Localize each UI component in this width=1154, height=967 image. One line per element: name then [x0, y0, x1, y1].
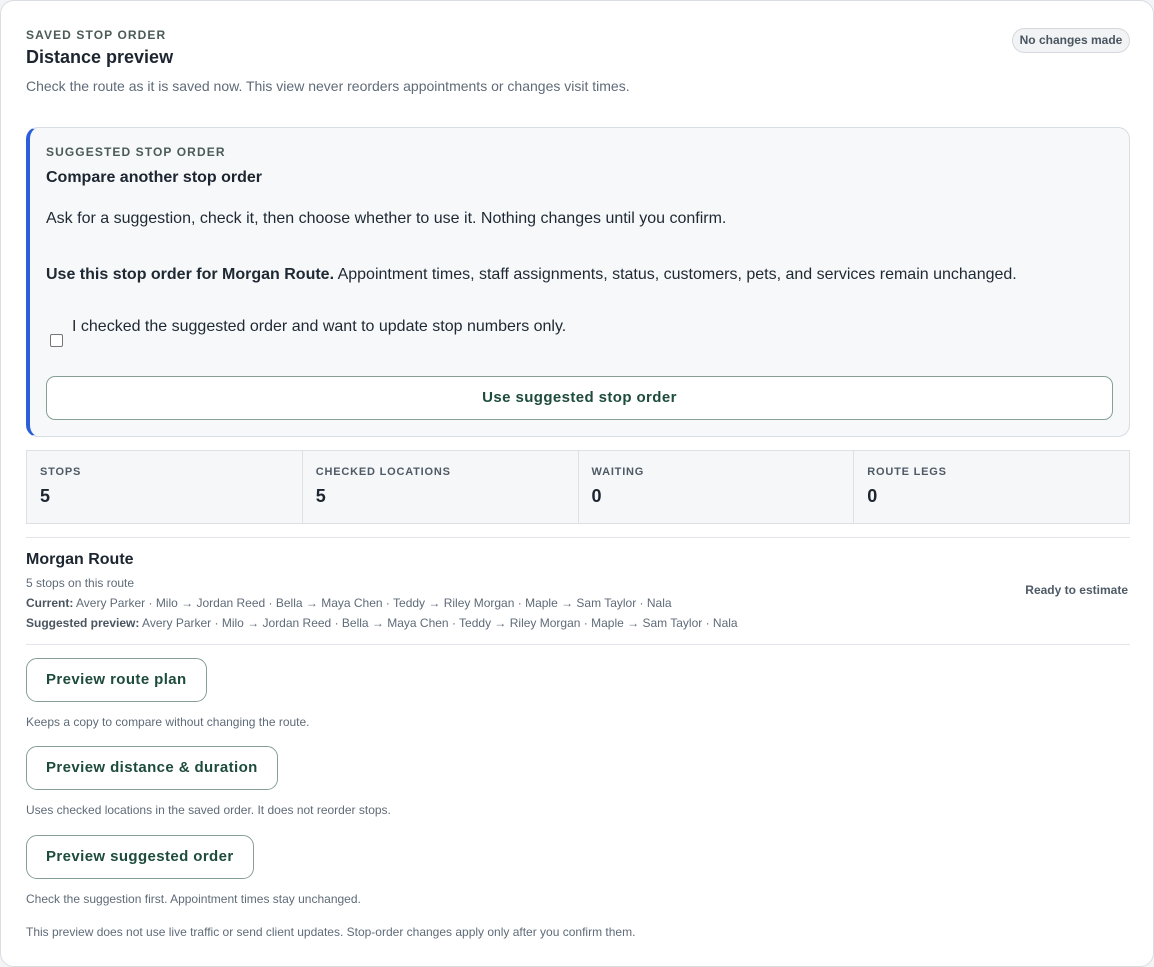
panel-title: Compare another stop order: [46, 169, 263, 186]
stat-route-legs: ROUTE LEGS 0: [854, 451, 1129, 523]
confirm-checkbox-label[interactable]: I checked the suggested order and want t…: [72, 318, 566, 336]
stat-value: 5: [40, 486, 51, 506]
preview-suggested-order-note: Check the suggestion first. Appointment …: [26, 892, 361, 906]
use-order-detail: Appointment times, staff assignments, st…: [334, 266, 1017, 283]
status-badge: No changes made: [1012, 28, 1130, 53]
use-suggested-order-button[interactable]: Use suggested stop order: [46, 376, 1113, 420]
route-current-label: Current:: [26, 596, 74, 610]
route-stats: STOPS 5 CHECKED LOCATIONS 5 WAITING 0 RO…: [26, 450, 1130, 524]
preview-distance-duration-note: Uses checked locations in the saved orde…: [26, 803, 391, 817]
page-title: Distance preview: [26, 47, 174, 67]
confirm-checkbox[interactable]: [50, 334, 63, 347]
preview-suggested-order-button[interactable]: Preview suggested order: [26, 835, 254, 879]
stat-label: ROUTE LEGS: [867, 466, 947, 478]
stat-checked-locations: CHECKED LOCATIONS 5: [303, 451, 579, 523]
divider: [26, 537, 1130, 538]
stat-waiting: WAITING 0: [579, 451, 855, 523]
preview-route-plan-note: Keeps a copy to compare without changing…: [26, 715, 310, 729]
route-suggested-label: Suggested preview:: [26, 616, 140, 630]
stat-label: STOPS: [40, 466, 82, 478]
preview-route-plan-button[interactable]: Preview route plan: [26, 658, 207, 702]
stat-label: CHECKED LOCATIONS: [315, 466, 451, 478]
route-name: Morgan Route: [26, 551, 134, 568]
suggested-order-panel: SUGGESTED STOP ORDER Compare another sto…: [26, 127, 1130, 437]
route-current-value: Avery Parker · Milo → Jordan Reed · Bell…: [73, 596, 672, 610]
stat-value: 5: [315, 486, 326, 506]
route-current-order: Current: Avery Parker · Milo → Jordan Re…: [26, 596, 672, 610]
route-suggested-value: Avery Parker · Milo → Jordan Reed · Bell…: [139, 616, 738, 630]
use-order-route: Use this stop order for Morgan Route.: [46, 266, 335, 283]
panel-description: Ask for a suggestion, check it, then cho…: [46, 210, 727, 227]
page-subtitle: Check the route as it is saved now. This…: [26, 78, 630, 94]
stat-value: 0: [867, 486, 878, 506]
section-eyebrow: SAVED STOP ORDER: [26, 28, 167, 42]
preview-distance-duration-button[interactable]: Preview distance & duration: [26, 746, 278, 790]
footer-note: This preview does not use live traffic o…: [26, 925, 636, 939]
panel-eyebrow: SUGGESTED STOP ORDER: [46, 145, 226, 159]
stat-stops: STOPS 5: [27, 451, 303, 523]
distance-preview-card: SAVED STOP ORDER Distance preview Check …: [0, 0, 1154, 967]
route-status: Ready to estimate: [1025, 583, 1128, 597]
use-order-text: Use this stop order for Morgan Route. Ap…: [46, 266, 1017, 284]
stat-label: WAITING: [591, 466, 645, 478]
divider: [26, 644, 1130, 645]
route-suggested-order: Suggested preview: Avery Parker · Milo →…: [26, 616, 738, 630]
stat-value: 0: [591, 486, 602, 506]
route-stop-count: 5 stops on this route: [26, 576, 135, 590]
